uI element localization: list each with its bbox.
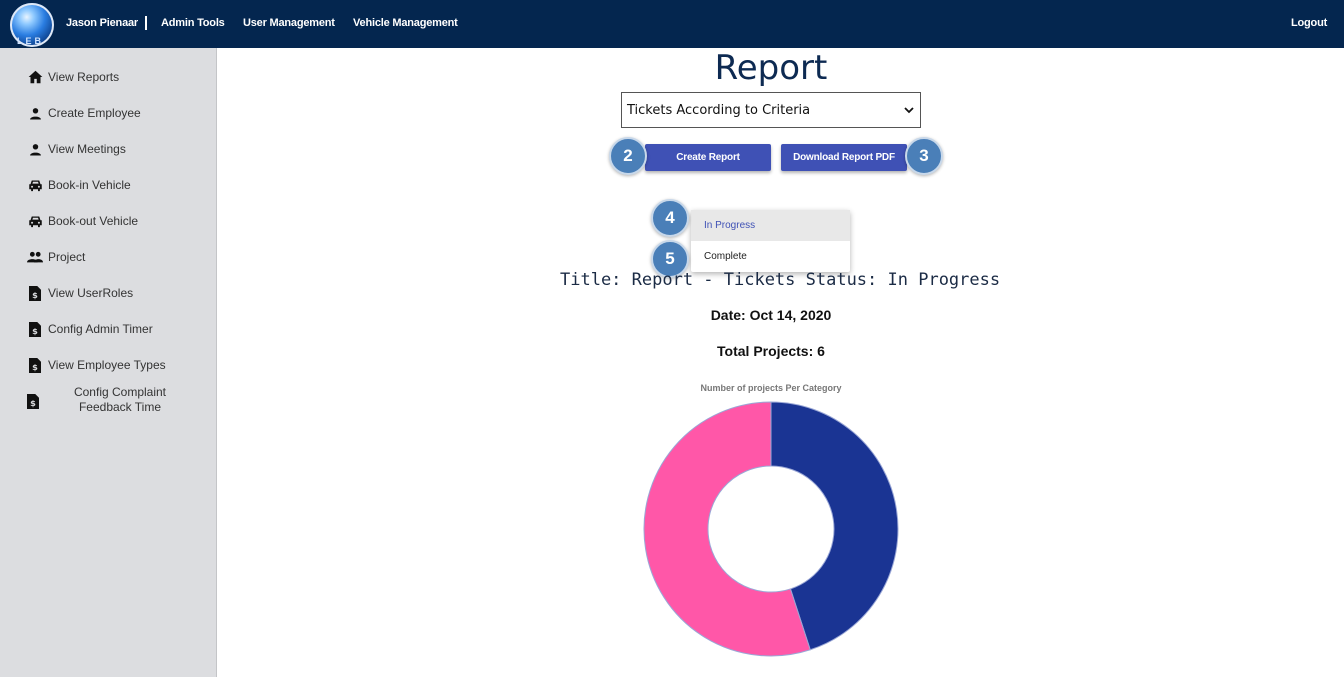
- svg-text:$: $: [32, 362, 38, 372]
- nav-user-management[interactable]: User Management: [243, 17, 335, 29]
- report-type-select[interactable]: Tickets According to Criteria: [621, 92, 921, 128]
- sidebar: View Reports Create Employee View Meetin…: [0, 48, 217, 677]
- sidebar-item-label: View Reports: [48, 70, 120, 84]
- step-callout-3: 3: [905, 137, 943, 175]
- sidebar-item-label: Config Admin Timer: [48, 322, 153, 336]
- home-icon: [27, 69, 43, 85]
- sidebar-item-label: View Meetings: [48, 142, 126, 156]
- chart-title: Number of projects Per Category: [700, 383, 841, 393]
- document-icon: $: [27, 394, 43, 410]
- sidebar-item-label: Book-in Vehicle: [48, 178, 131, 192]
- chevron-down-icon: [904, 107, 914, 114]
- sidebar-item-label: Create Employee: [48, 106, 141, 120]
- report-total-projects: Total Projects: 6: [717, 343, 825, 359]
- car-icon: [27, 177, 43, 193]
- sidebar-item-view-reports[interactable]: View Reports: [27, 67, 119, 87]
- sidebar-item-label: View Employee Types: [48, 358, 166, 372]
- status-dropdown-menu: In Progress Complete: [691, 210, 850, 272]
- nav-user-name: Jason Pienaar: [66, 17, 138, 29]
- nav-separator: [145, 16, 147, 30]
- download-report-pdf-button[interactable]: Download Report PDF: [781, 144, 907, 171]
- sidebar-item-label: View UserRoles: [48, 286, 134, 300]
- group-icon: [27, 249, 43, 265]
- create-report-button[interactable]: Create Report: [645, 144, 771, 171]
- person-icon: [27, 105, 43, 121]
- page-title: Report: [714, 48, 828, 88]
- report-date: Date: Oct 14, 2020: [710, 307, 832, 323]
- person-icon: [27, 141, 43, 157]
- sidebar-item-view-employee-types[interactable]: $ View Employee Types: [27, 355, 166, 375]
- sidebar-item-label: Config Complaint Feedback Time: [73, 385, 167, 414]
- sidebar-item-book-out-vehicle[interactable]: Book-out Vehicle: [27, 211, 138, 231]
- svg-text:$: $: [32, 290, 38, 300]
- svg-text:$: $: [32, 326, 38, 336]
- svg-text:$: $: [30, 398, 36, 408]
- top-navbar: LEB Jason Pienaar Admin Tools User Manag…: [0, 0, 1344, 48]
- document-icon: $: [27, 285, 43, 301]
- sidebar-item-label: Book-out Vehicle: [48, 214, 139, 228]
- sidebar-item-config-complaint-feedback-time[interactable]: $ Config Complaint Feedback Time: [27, 385, 207, 419]
- sidebar-item-book-in-vehicle[interactable]: Book-in Vehicle: [27, 175, 131, 195]
- sidebar-item-label: Project: [48, 250, 86, 264]
- select-value: Tickets According to Criteria: [627, 102, 811, 118]
- sidebar-item-view-userroles[interactable]: $ View UserRoles: [27, 283, 133, 303]
- menu-item-in-progress[interactable]: In Progress: [691, 210, 850, 241]
- report-title: Title: Report - Tickets Status: In Progr…: [560, 270, 1001, 290]
- projects-per-category-chart: Number of projects Per Category: [643, 383, 899, 657]
- document-icon: $: [27, 321, 43, 337]
- logout-link[interactable]: Logout: [1291, 17, 1327, 29]
- sidebar-item-view-meetings[interactable]: View Meetings: [27, 139, 126, 159]
- sidebar-item-project[interactable]: Project: [27, 247, 85, 267]
- step-callout-4: 4: [651, 199, 689, 237]
- sidebar-item-create-employee[interactable]: Create Employee: [27, 103, 141, 123]
- car-icon: [27, 213, 43, 229]
- sidebar-item-config-admin-timer[interactable]: $ Config Admin Timer: [27, 319, 153, 339]
- step-callout-2: 2: [609, 137, 647, 175]
- logo-text: LEB: [17, 36, 44, 46]
- document-icon: $: [27, 357, 43, 373]
- menu-item-complete[interactable]: Complete: [691, 241, 850, 272]
- nav-vehicle-management[interactable]: Vehicle Management: [353, 17, 458, 29]
- nav-admin-tools[interactable]: Admin Tools: [161, 17, 225, 29]
